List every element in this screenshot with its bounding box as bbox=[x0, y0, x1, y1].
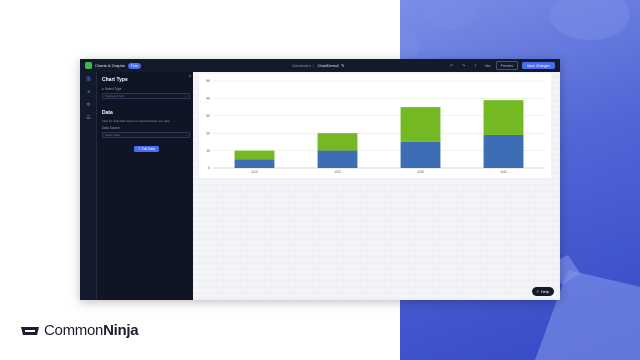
preview-button[interactable]: Preview bbox=[495, 61, 519, 70]
sidebar-item-chart[interactable]: ▥ bbox=[80, 73, 97, 85]
bar-segment-top bbox=[400, 107, 441, 142]
sidebar-item-design[interactable]: ◕ bbox=[80, 86, 97, 98]
x-tick-label: 1/12 bbox=[251, 170, 258, 174]
chart-type-select-value: Stacked Chart bbox=[105, 94, 125, 98]
chart-icon: ▥ bbox=[86, 76, 91, 82]
edit-data-button[interactable]: ☷ Edit Data bbox=[134, 146, 159, 152]
breadcrumb-separator: / bbox=[312, 63, 314, 68]
breadcrumb-current: ChartDemo2 bbox=[317, 63, 340, 68]
edit-data-label: Edit Data bbox=[141, 147, 155, 151]
y-tick-label: 30 bbox=[206, 114, 210, 118]
select-type-label-text: Select Type bbox=[104, 87, 122, 91]
y-tick-label: 0 bbox=[208, 166, 210, 170]
sidebar-item-settings[interactable]: ✲ bbox=[80, 99, 97, 111]
bar-segment-top bbox=[483, 100, 524, 135]
data-description: Click the 'Edit Data' button to import/a… bbox=[102, 119, 170, 123]
x-tick-label: 1/22 bbox=[334, 170, 341, 174]
app-logo-icon bbox=[85, 62, 92, 69]
x-tick-label: 1/32 bbox=[417, 170, 424, 174]
bar-segment-bottom bbox=[317, 150, 358, 168]
y-tick-label: 40 bbox=[206, 97, 210, 101]
app-name: Charts & Graphs bbox=[95, 63, 125, 68]
plan-badge[interactable]: Free bbox=[127, 62, 141, 69]
breadcrumb: Dashboard / ChartDemo2 ✎ bbox=[292, 59, 344, 72]
brand-logo: CommonNinja bbox=[20, 322, 139, 339]
app-window: Charts & Graphs Free Dashboard / ChartDe… bbox=[80, 59, 560, 300]
chevron-down-icon: ⌄ bbox=[184, 94, 187, 98]
redo-icon[interactable]: ↷ bbox=[460, 63, 468, 68]
breadcrumb-dashboard-link[interactable]: Dashboard bbox=[292, 64, 311, 68]
data-source-label: Data Source bbox=[102, 126, 120, 130]
ninja-icon bbox=[21, 327, 39, 335]
palette-icon: ◕ bbox=[86, 89, 91, 95]
save-changes-button[interactable]: Save Changes bbox=[522, 62, 555, 69]
bar-segment-bottom bbox=[234, 159, 275, 168]
help-button[interactable]: ? Help bbox=[531, 287, 554, 296]
chart-type-select[interactable]: Stacked Chart ⌄ bbox=[102, 93, 190, 99]
bar-segment-bottom bbox=[400, 141, 441, 168]
pencil-icon[interactable]: ✎ bbox=[341, 63, 344, 68]
bar-segment-top bbox=[317, 133, 358, 151]
help-label: Help bbox=[540, 289, 549, 294]
chart-type-heading: Chart Type bbox=[102, 77, 128, 83]
brand-name: CommonNinja bbox=[44, 322, 139, 339]
decorative-blob bbox=[420, 0, 480, 30]
chevron-down-icon: ⌄ bbox=[184, 133, 187, 137]
data-heading: Data bbox=[102, 110, 113, 116]
top-bar: Charts & Graphs Free Dashboard / ChartDe… bbox=[80, 59, 560, 72]
preview-canvas: 0 10 20 30 40 50 1/12 1/22 1/32 1/42 ? Help bbox=[193, 72, 560, 300]
y-tick-label: 20 bbox=[206, 131, 210, 135]
close-icon[interactable]: × bbox=[189, 73, 191, 78]
decorative-blob bbox=[400, 30, 420, 60]
share-icon[interactable]: ⇪ bbox=[472, 63, 480, 68]
chart-card: 0 10 20 30 40 50 1/12 1/22 1/32 1/42 bbox=[199, 74, 551, 178]
x-tick-label: 1/42 bbox=[500, 170, 507, 174]
gear-icon: ✲ bbox=[86, 102, 91, 108]
sidebar-item-list[interactable]: ☰ bbox=[80, 112, 97, 124]
bar-segment-bottom bbox=[483, 134, 524, 168]
bar-segment-top bbox=[234, 150, 275, 160]
brand-name-light: Common bbox=[44, 322, 104, 339]
help-circle-icon: ? bbox=[536, 289, 539, 294]
list-icon: ☰ bbox=[86, 115, 91, 121]
code-icon[interactable]: </> bbox=[484, 63, 492, 68]
y-tick-label: 50 bbox=[206, 79, 210, 83]
decorative-blob bbox=[550, 0, 630, 40]
data-source-select-value: Static Data bbox=[105, 133, 120, 137]
toolbar-actions: ↶ ↷ ⇪ </> Preview Save Changes bbox=[448, 59, 555, 72]
stacked-bar-chart: 0 10 20 30 40 50 1/12 1/22 1/32 1/42 bbox=[206, 79, 545, 174]
undo-icon[interactable]: ↶ bbox=[448, 63, 456, 68]
select-type-label: ● Select Type bbox=[102, 87, 122, 91]
settings-panel: × Chart Type ● Select Type Stacked Chart… bbox=[97, 72, 193, 300]
icon-sidebar: ▥ ◕ ✲ ☰ bbox=[80, 72, 97, 300]
data-source-select[interactable]: Static Data ⌄ bbox=[102, 132, 190, 138]
brand-name-bold: Ninja bbox=[103, 322, 139, 339]
y-tick-label: 10 bbox=[206, 149, 210, 153]
